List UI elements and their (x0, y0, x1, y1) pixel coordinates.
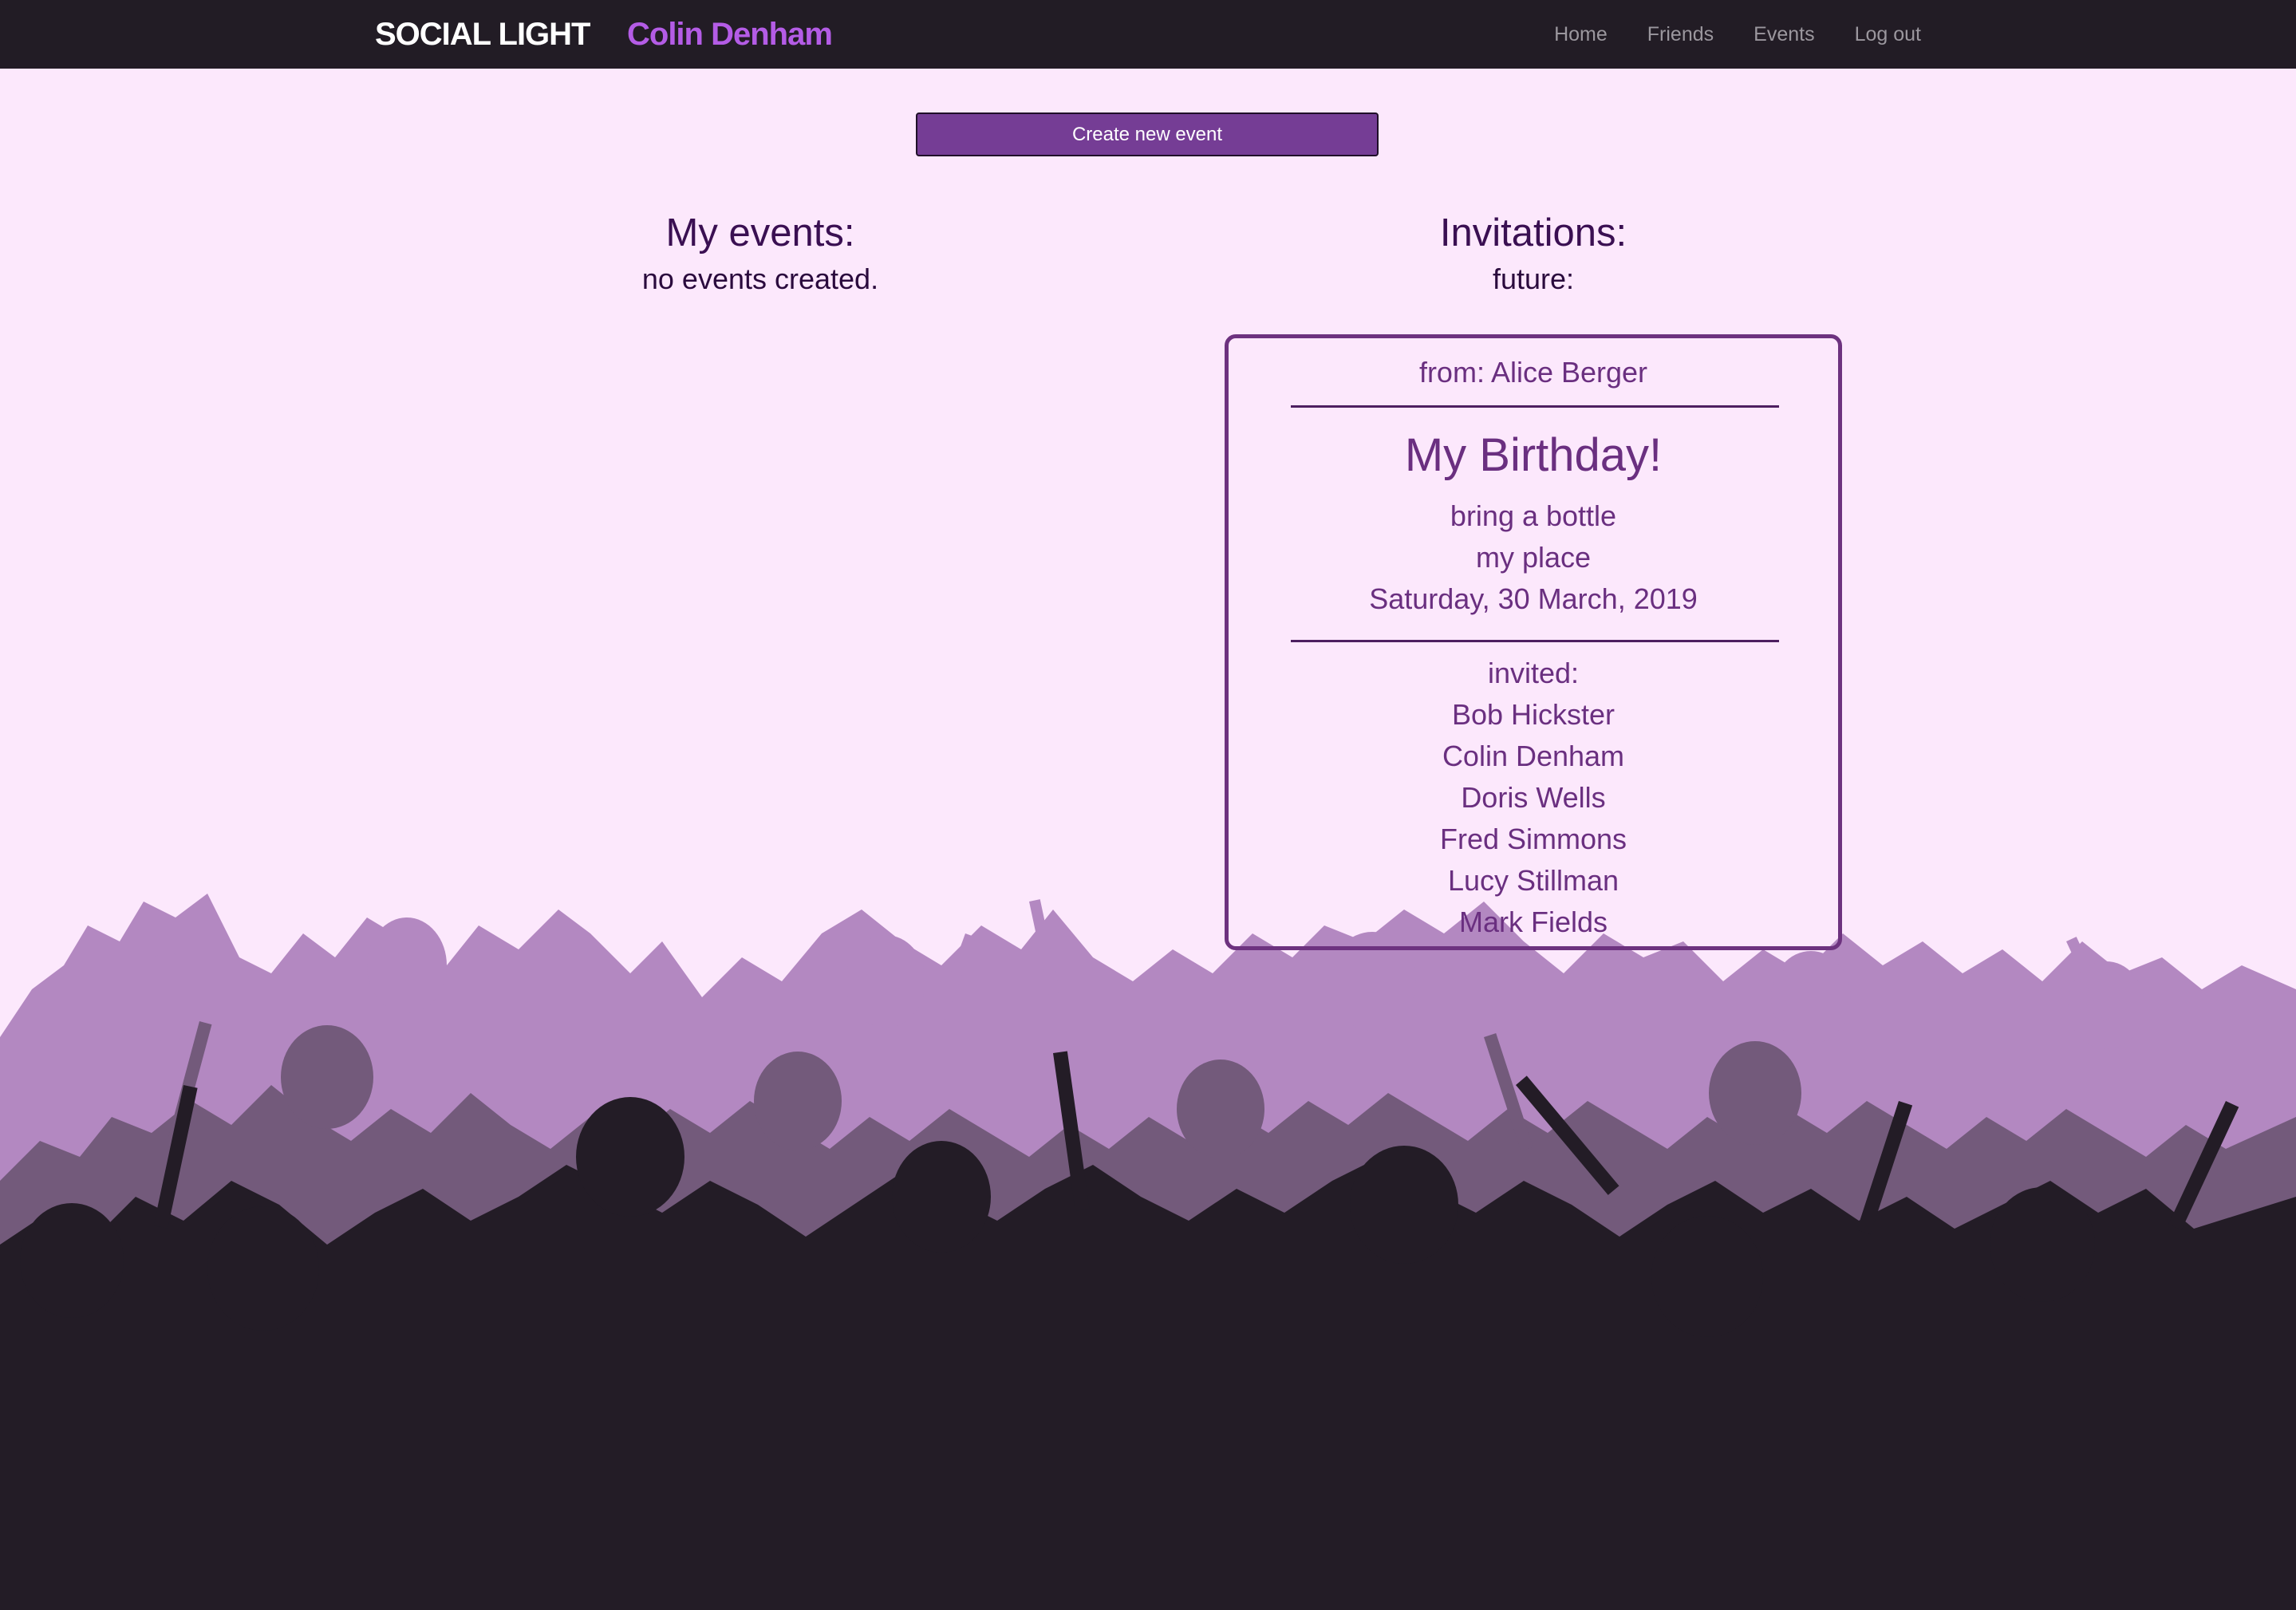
event-date: Saturday, 30 March, 2019 (1369, 582, 1698, 615)
invitee-name: Mark Fields (1458, 906, 1608, 938)
invitee-name: Colin Denham (1442, 740, 1625, 772)
invitee-name: Bob Hickster (1451, 698, 1615, 731)
create-new-event-button[interactable]: Create new event (916, 112, 1379, 156)
current-user-name: Colin Denham (627, 17, 833, 52)
card-divider-top (1291, 405, 1779, 408)
brand-logo-link[interactable]: SOCIAL LIGHT (375, 0, 590, 69)
invitee-name: Lucy Stillman (1447, 864, 1619, 897)
my-events-heading: My events: (665, 211, 855, 255)
invitation-from: from: Alice Berger (1418, 356, 1648, 389)
nav-link-friends[interactable]: Friends (1647, 23, 1714, 46)
invitations-heading: Invitations: (1439, 211, 1627, 255)
invited-label: invited: (1487, 657, 1580, 689)
invitee-name: Fred Simmons (1439, 823, 1627, 855)
invitee-name: Doris Wells (1461, 781, 1606, 814)
my-events-empty-text: no events created. (641, 262, 879, 295)
nav-link-logout[interactable]: Log out (1855, 23, 1921, 46)
nav-link-events[interactable]: Events (1754, 23, 1814, 46)
nav-link-home[interactable]: Home (1554, 23, 1608, 46)
top-navbar: SOCIAL LIGHT Colin Denham Home Friends E… (0, 0, 2296, 69)
card-divider-bottom (1291, 640, 1779, 642)
invitations-future-label: future: (1492, 262, 1575, 295)
nav-links: Home Friends Events Log out (1554, 0, 1921, 69)
event-description: bring a bottle (1450, 499, 1617, 532)
event-location: my place (1475, 541, 1592, 574)
event-title: My Birthday! (1404, 429, 1663, 481)
crowd-silhouette-background (0, 894, 2296, 1610)
invitation-card[interactable]: from: Alice Berger My Birthday! bring a … (1225, 334, 1842, 950)
